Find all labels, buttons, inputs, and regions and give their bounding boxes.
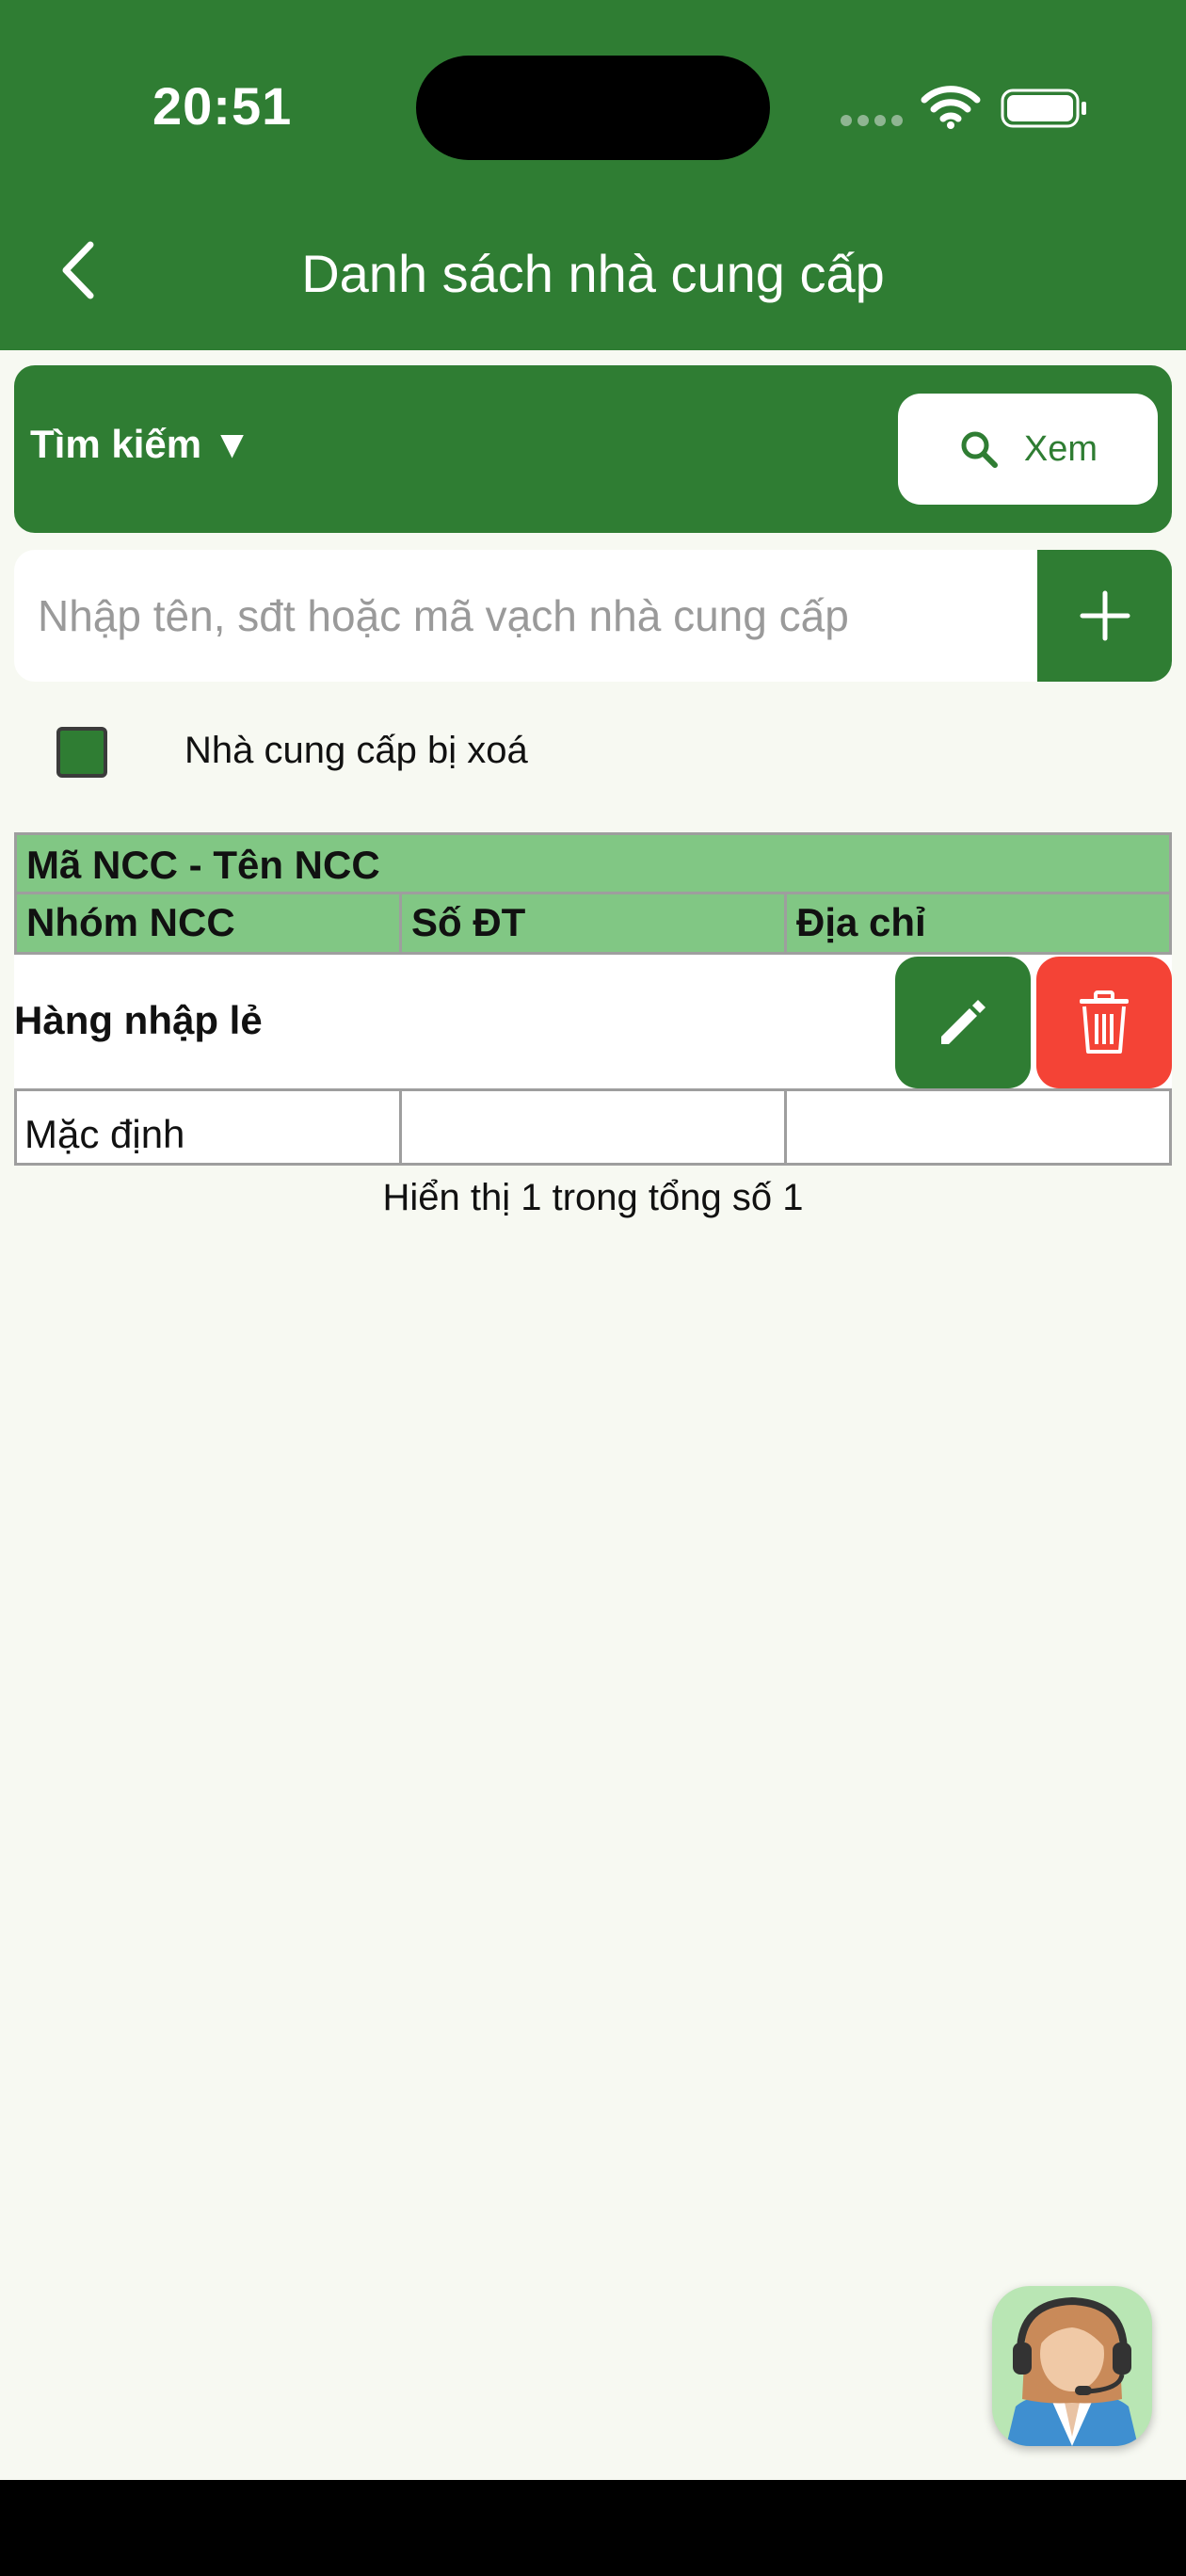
- delete-button[interactable]: [1036, 957, 1172, 1088]
- status-time: 20:51: [152, 76, 293, 136]
- supplier-search-input[interactable]: [14, 550, 1035, 682]
- home-indicator-bar: [0, 2480, 1186, 2576]
- supplier-table: Mã NCC - Tên NCC Nhóm NCC Số ĐT Địa chỉ …: [14, 832, 1172, 1166]
- edit-button[interactable]: [895, 957, 1031, 1088]
- page-title: Danh sách nhà cung cấp: [301, 244, 885, 303]
- deleted-suppliers-checkbox[interactable]: [56, 727, 107, 778]
- search-input-row: [14, 550, 1172, 682]
- trash-icon: [1080, 990, 1129, 1054]
- search-icon: [961, 431, 998, 468]
- dynamic-island: [416, 56, 770, 160]
- table-header-code-name: Mã NCC - Tên NCC: [14, 832, 1172, 894]
- table-header-row: Nhóm NCC Số ĐT Địa chỉ: [14, 894, 1172, 955]
- search-mode-dropdown[interactable]: Tìm kiếm ▼: [30, 422, 251, 467]
- supplier-group: Mặc định: [17, 1091, 402, 1163]
- supplier-phone: [402, 1091, 787, 1163]
- pagination-summary: Hiển thị 1 trong tổng số 1: [382, 1177, 804, 1218]
- deleted-suppliers-label: Nhà cung cấp bị xoá: [184, 730, 528, 771]
- cellular-signal-icon: [841, 115, 903, 126]
- column-header-group: Nhóm NCC: [17, 894, 402, 952]
- pencil-icon: [941, 1000, 986, 1044]
- supplier-address: [787, 1091, 1169, 1163]
- table-row-details: Mặc định: [14, 1088, 1172, 1166]
- supplier-name: Hàng nhập lẻ: [14, 998, 263, 1042]
- column-header-phone: Số ĐT: [402, 894, 787, 952]
- battery-icon: [1001, 89, 1086, 128]
- view-button-label: Xem: [1023, 428, 1098, 469]
- app-header: 20:51 Danh sách nhà cung cấp: [0, 0, 1186, 350]
- support-agent-icon: [1006, 2296, 1138, 2446]
- support-agent-button[interactable]: [992, 2286, 1152, 2446]
- search-panel: Tìm kiếm ▼ Xem: [14, 365, 1172, 533]
- wifi-icon: [921, 86, 981, 129]
- plus-icon: [1080, 590, 1130, 641]
- table-row[interactable]: Hàng nhập lẻ: [14, 955, 1172, 1088]
- view-button[interactable]: Xem: [898, 394, 1158, 505]
- add-supplier-button[interactable]: [1037, 550, 1172, 682]
- column-header-address: Địa chỉ: [796, 900, 926, 944]
